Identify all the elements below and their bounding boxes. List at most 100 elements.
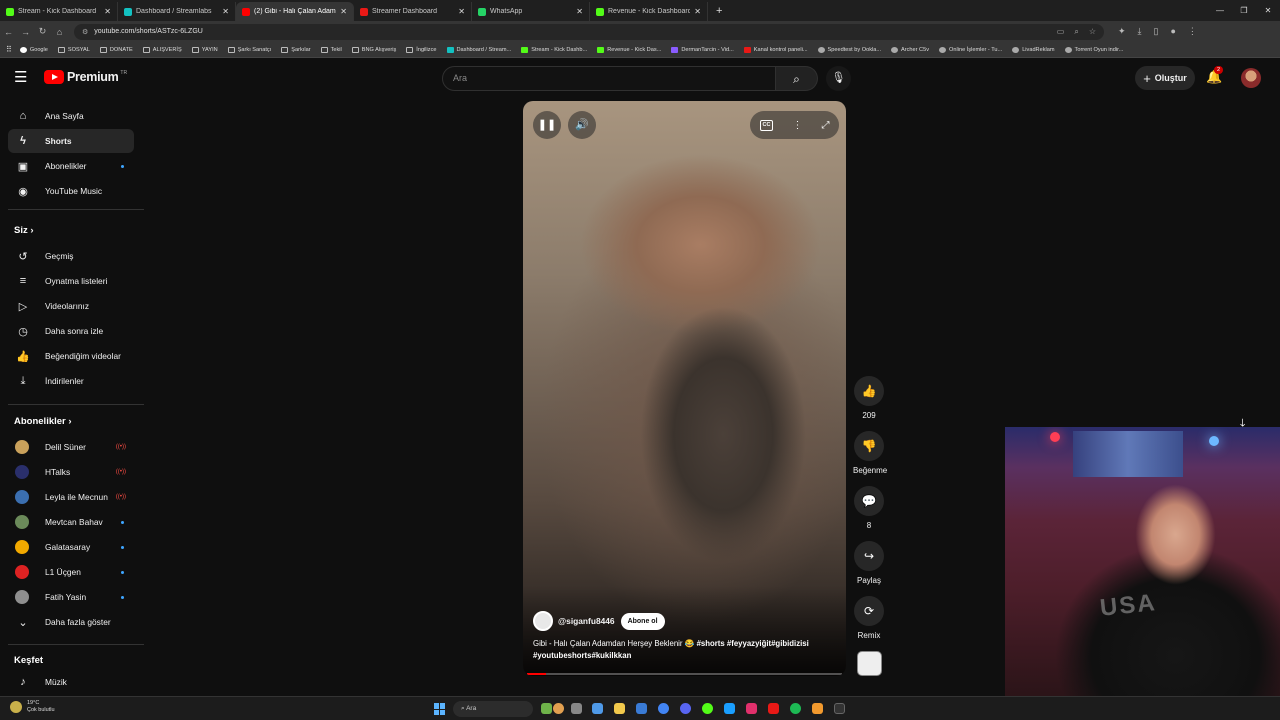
sidebar-item[interactable]: Galatasaray: [8, 535, 134, 559]
tab-close-icon[interactable]: ✕: [458, 7, 465, 16]
sidebar-item[interactable]: 👍 Beğendiğim videolar: [8, 344, 134, 368]
terminal-icon[interactable]: [834, 703, 845, 714]
create-button[interactable]: + Oluştur: [1135, 66, 1195, 90]
bookmark-item[interactable]: İngilizce: [406, 46, 437, 53]
tab-close-icon[interactable]: ✕: [104, 7, 111, 16]
sidebar-item[interactable]: ↺ Geçmiş: [8, 244, 134, 268]
cast-icon[interactable]: ▭: [1057, 27, 1065, 37]
home-button-icon[interactable]: ⌂: [51, 27, 68, 37]
fullscreen-icon[interactable]: ⤢: [821, 120, 829, 131]
bookmark-item[interactable]: Speedtest by Ookla...: [817, 46, 881, 53]
sidebar-item[interactable]: Fatih Yasin: [8, 585, 134, 609]
pause-button[interactable]: ❚❚: [533, 111, 561, 139]
bookmark-item[interactable]: ALIŞVERİŞ: [142, 46, 182, 53]
sidebar-item[interactable]: ⌄ Daha fazla göster: [8, 610, 134, 634]
start-button[interactable]: [434, 703, 446, 715]
tab-close-icon[interactable]: ✕: [340, 7, 347, 16]
chat-icon[interactable]: [553, 703, 564, 714]
sidebar-item[interactable]: Mevtcan Bahav: [8, 510, 134, 534]
browser-tab[interactable]: WhatsApp ✕: [472, 2, 590, 21]
hamburger-menu-icon[interactable]: ☰: [14, 70, 27, 85]
steam-icon[interactable]: [724, 703, 735, 714]
download-icon[interactable]: ⤓: [1138, 26, 1142, 37]
split-icon[interactable]: ▯: [1154, 26, 1159, 37]
dislike-action[interactable]: 👎 Beğenme: [853, 431, 887, 475]
bookmark-item[interactable]: Kanal kontrol paneli...: [743, 46, 808, 53]
video-caption[interactable]: Gibi - Halı Çalan Adamdan Herşey Bekleni…: [533, 638, 838, 662]
zoom-icon[interactable]: ⌕: [1074, 27, 1078, 37]
sidebar-item[interactable]: Delil Süner ((•)): [8, 435, 134, 459]
new-tab-button[interactable]: +: [708, 2, 730, 21]
channel-avatar[interactable]: [533, 611, 553, 631]
share-action[interactable]: ↪ Paylaş: [853, 541, 885, 585]
file-explorer-icon[interactable]: [614, 703, 625, 714]
bookmark-item[interactable]: BNG Alışveriş: [351, 46, 396, 53]
tab-close-icon[interactable]: ✕: [576, 7, 583, 16]
sidebar-section-title[interactable]: Siz ›: [14, 225, 34, 236]
browser-tab[interactable]: Streamer Dashboard ✕: [354, 2, 472, 21]
youtube-premium-logo[interactable]: Premium TR: [44, 70, 127, 84]
sidebar-item[interactable]: ▣ Abonelikler: [8, 154, 134, 178]
bookmark-item[interactable]: Online İşlemler - Tu...: [939, 46, 1002, 53]
sidebar-section-title[interactable]: Abonelikler ›: [14, 416, 72, 427]
like-button[interactable]: 👍: [854, 376, 884, 406]
comments-button[interactable]: 💬: [854, 486, 884, 516]
sidebar-item[interactable]: ◉ YouTube Music: [8, 179, 134, 203]
sidebar-item[interactable]: ϟ Shorts: [8, 129, 134, 153]
weather-widget[interactable]: 19°C Çok bulutlu: [10, 700, 55, 714]
extensions-icon[interactable]: ✦: [1118, 26, 1126, 37]
bookmark-item[interactable]: Tekil: [320, 46, 342, 53]
voice-search-button[interactable]: 🎙: [826, 66, 851, 91]
bookmark-item[interactable]: Revenue - Kick Das...: [597, 46, 661, 53]
bookmark-item[interactable]: Archer C5v: [891, 46, 929, 53]
sidebar-item[interactable]: HTalks ((•)): [8, 460, 134, 484]
bookmark-item[interactable]: Şarkı Sanatçı: [227, 46, 271, 53]
reload-icon[interactable]: ↻: [34, 26, 51, 37]
sidebar-item[interactable]: ♪ Müzik: [8, 670, 134, 694]
account-avatar[interactable]: [1241, 68, 1261, 88]
bookmark-item[interactable]: Google: [19, 46, 48, 53]
like-action[interactable]: 👍 209: [853, 376, 885, 420]
remix-action[interactable]: ⟳ Remix: [853, 596, 885, 640]
widgets-icon[interactable]: [541, 703, 552, 714]
progress-bar[interactable]: [527, 673, 842, 675]
browser-menu-icon[interactable]: ⋮: [1188, 26, 1197, 37]
bookmark-item[interactable]: SOSYAL: [57, 46, 90, 53]
cloud-icon[interactable]: [812, 703, 823, 714]
discord-icon[interactable]: [680, 703, 691, 714]
bookmark-item[interactable]: Şarkılar: [281, 46, 311, 53]
restore-icon[interactable]: ❐: [1232, 0, 1256, 21]
browser-tab[interactable]: Revenue - Kick Dashboard ✕: [590, 2, 708, 21]
site-info-icon[interactable]: ⚙: [82, 28, 88, 36]
x-app-icon[interactable]: [768, 703, 779, 714]
sound-thumbnail[interactable]: [857, 651, 882, 676]
comments-action[interactable]: 💬 8: [853, 486, 885, 530]
sidebar-item[interactable]: ⤓ İndirilenler: [8, 369, 134, 393]
profile-icon[interactable]: ●: [1170, 26, 1175, 37]
close-window-icon[interactable]: ✕: [1256, 0, 1280, 21]
bookmark-item[interactable]: DONATE: [99, 46, 133, 53]
bookmark-item[interactable]: DermanTarcin - Vid...: [671, 46, 734, 53]
address-bar[interactable]: ⚙ youtube.com/shorts/ASTzc-6LZGU ▭ ⌕ ☆: [74, 23, 1104, 40]
bookmark-item[interactable]: Stream - Kick Dashb...: [521, 46, 587, 53]
taskbar-search[interactable]: ⌕ Ara: [453, 701, 533, 717]
task-view-icon[interactable]: [571, 703, 582, 714]
sidebar-item[interactable]: ≡ Oynatma listeleri: [8, 269, 134, 293]
channel-name[interactable]: @siganfu8446: [558, 616, 615, 626]
store-icon[interactable]: [636, 703, 647, 714]
dislike-button[interactable]: 👎: [854, 431, 884, 461]
forward-icon[interactable]: →: [17, 27, 34, 37]
notifications-button[interactable]: 🔔 2: [1206, 66, 1224, 85]
tab-close-icon[interactable]: ✕: [222, 7, 229, 16]
browser-tab[interactable]: Stream - Kick Dashboard ✕: [0, 2, 118, 21]
browser-tab[interactable]: (2) Gibi - Halı Çalan Adamd ✕: [236, 2, 354, 21]
subscribe-button[interactable]: Abone ol: [620, 612, 665, 630]
spotify-icon[interactable]: [790, 703, 801, 714]
sidebar-item[interactable]: ▷ Videolarınız: [8, 294, 134, 318]
apps-icon[interactable]: ⠿: [6, 45, 12, 54]
obs-icon[interactable]: [702, 703, 713, 714]
share-button[interactable]: ↪: [854, 541, 884, 571]
tab-close-icon[interactable]: ✕: [694, 7, 701, 16]
captions-icon[interactable]: CC: [759, 119, 774, 131]
bookmark-item[interactable]: Dashboard / Stream...: [446, 46, 511, 53]
